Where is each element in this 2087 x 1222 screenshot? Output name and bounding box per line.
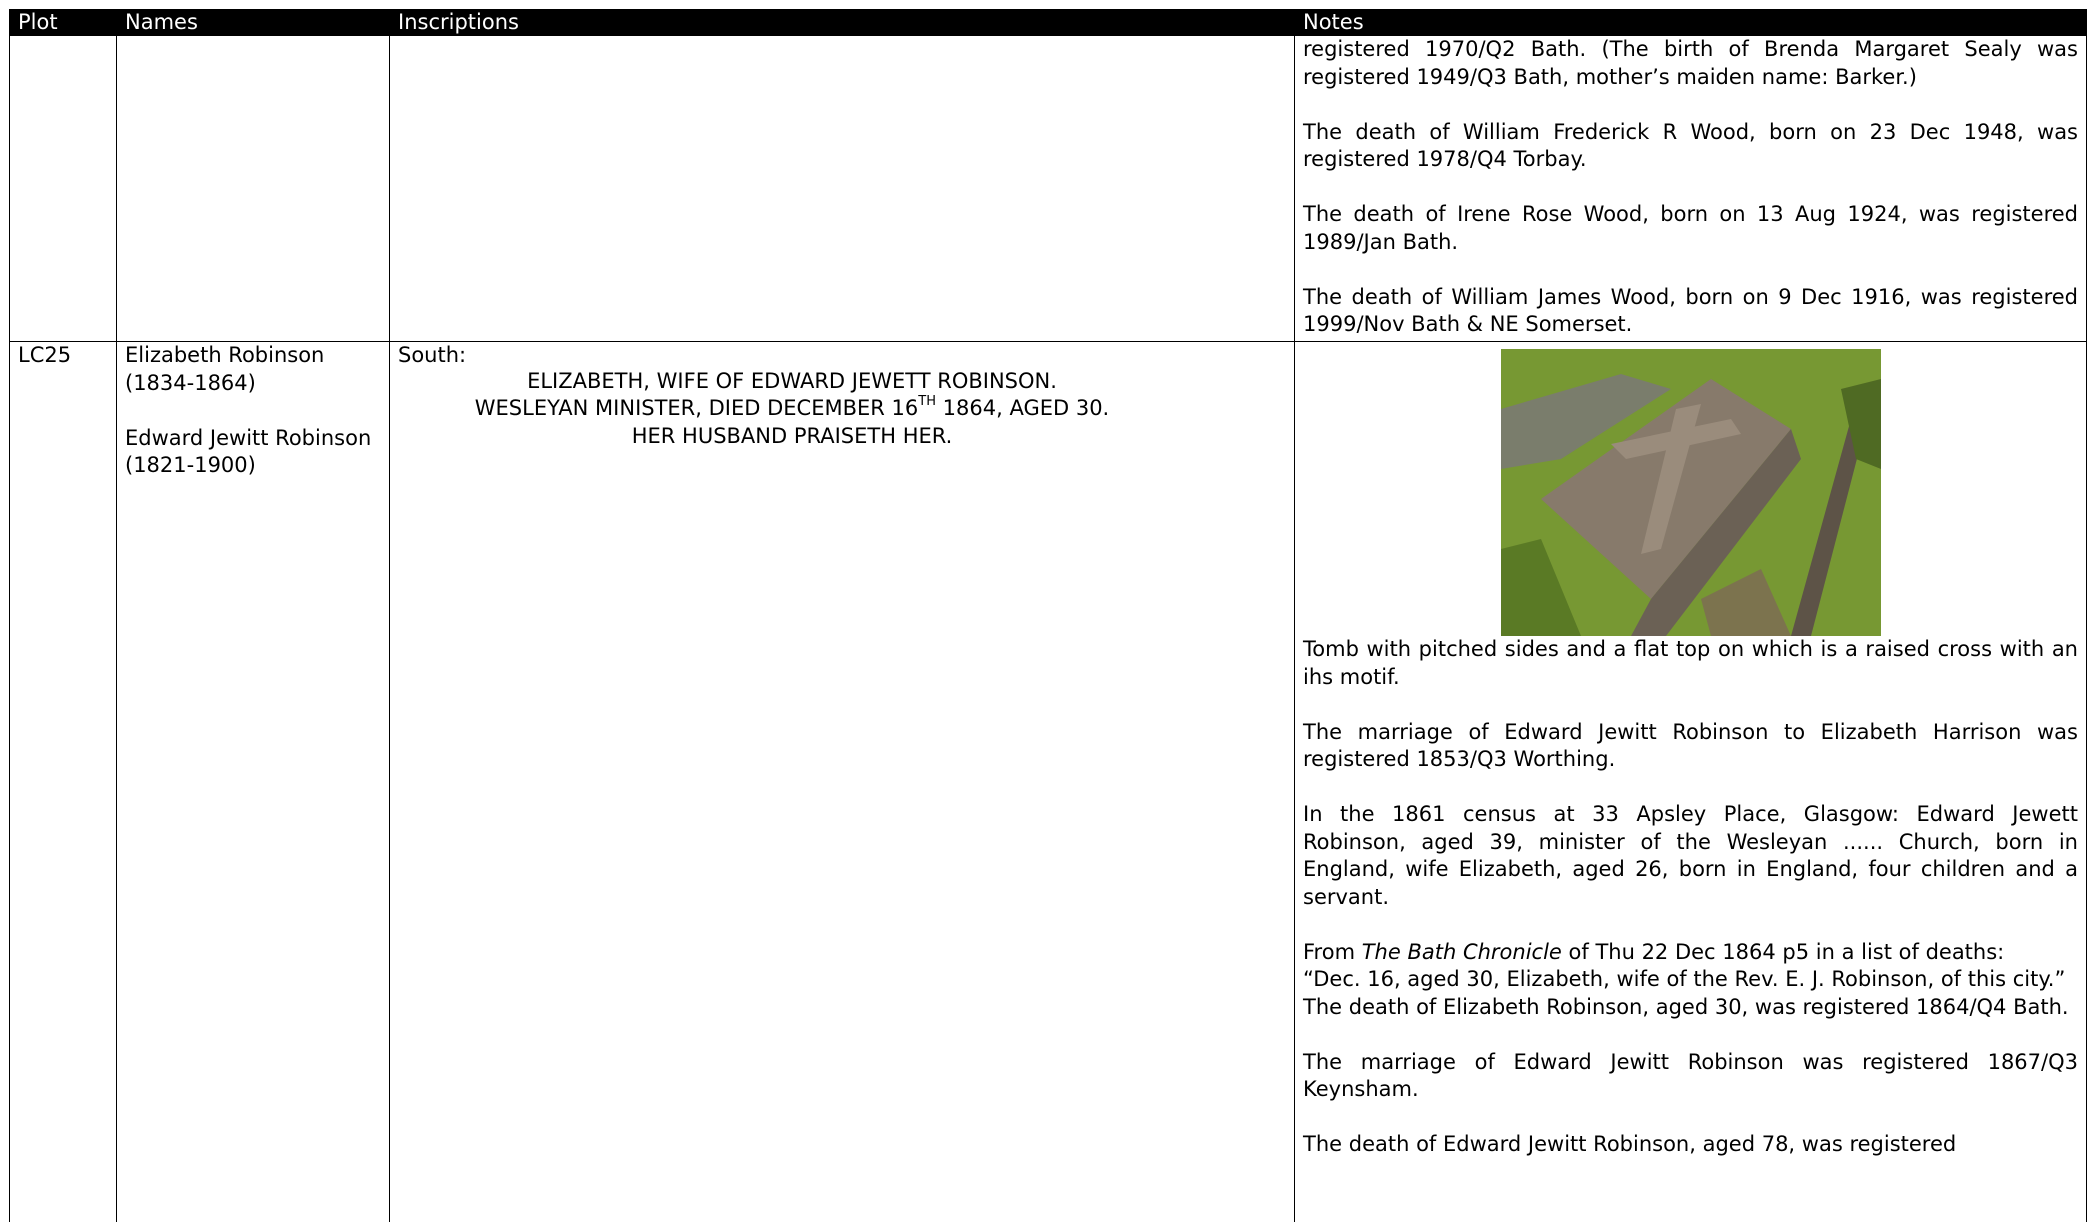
note-paragraph: The death of William James Wood, born on…: [1303, 284, 2078, 337]
inscriptions-cell: South: ELIZABETH, WIFE OF EDWARD JEWETT …: [389, 341, 1295, 1222]
note-death-elizabeth: The death of Elizabeth Robinson, aged 30…: [1303, 994, 2069, 1019]
inscriptions-cell: [389, 36, 1295, 342]
header-inscriptions: Inscriptions: [389, 9, 1295, 36]
note-marriage-1853: The marriage of Edward Jewitt Robinson t…: [1303, 719, 2078, 772]
table-row-continued: registered 1970/Q2 Bath. (The birth of B…: [9, 36, 2087, 342]
grave-photo: [1303, 349, 2078, 636]
inscription-line: WESLEYAN MINISTER, DIED DECEMBER 16TH 18…: [474, 394, 1110, 420]
note-tomb: Tomb with pitched sides and a flat top o…: [1303, 637, 2078, 689]
note-chronicle-quote: “Dec. 16, aged 30, Elizabeth, wife of th…: [1303, 967, 2066, 991]
plot-cell: LC25: [9, 341, 117, 1222]
note-death-edward: The death of Edward Jewitt Robinson, age…: [1303, 1132, 1957, 1156]
names-cell: Elizabeth Robinson (1834-1864) Edward Je…: [116, 341, 390, 1222]
tomb-photo-image: [1500, 349, 1881, 636]
names-cell: [116, 36, 390, 342]
header-names: Names: [116, 9, 390, 36]
table-row-lc25: LC25 Elizabeth Robinson (1834-1864) Edwa…: [9, 341, 2087, 1222]
inscription-line: ELIZABETH, WIFE OF EDWARD JEWETT ROBINSO…: [527, 368, 1057, 393]
document-page: Plot Names Inscriptions Notes registered…: [9, 9, 2087, 1222]
note-marriage-1867: The marriage of Edward Jewitt Robinson w…: [1303, 1049, 2078, 1102]
note-chronicle: From The Bath Chronicle of Thu 22 Dec 18…: [1303, 939, 2005, 964]
notes-cell: registered 1970/Q2 Bath. (The birth of B…: [1294, 36, 2087, 342]
newspaper-title: The Bath Chronicle: [1361, 939, 1562, 964]
header-notes: Notes: [1294, 9, 2087, 36]
inscription-side-label: South:: [398, 343, 467, 367]
header-plot: Plot: [9, 9, 117, 36]
plot-cell: [9, 36, 117, 342]
note-census-1861: In the 1861 census at 33 Apsley Place, G…: [1303, 802, 2078, 909]
note-paragraph: registered 1970/Q2 Bath. (The birth of B…: [1303, 37, 2078, 89]
table-header-row: Plot Names Inscriptions Notes: [9, 9, 2087, 36]
name-edward: Edward Jewitt Robinson (1821-1900): [125, 425, 372, 478]
note-paragraph: The death of Irene Rose Wood, born on 13…: [1303, 202, 2078, 254]
graves-table: Plot Names Inscriptions Notes registered…: [9, 9, 2087, 1222]
notes-cell: Tomb with pitched sides and a flat top o…: [1294, 341, 2087, 1222]
name-elizabeth: Elizabeth Robinson (1834-1864): [125, 343, 325, 395]
note-paragraph: The death of William Frederick R Wood, b…: [1303, 119, 2078, 172]
inscription-line: HER HUSBAND PRAISETH HER.: [631, 423, 953, 448]
inscription-text: ELIZABETH, WIFE OF EDWARD JEWETT ROBINSO…: [398, 368, 1286, 451]
